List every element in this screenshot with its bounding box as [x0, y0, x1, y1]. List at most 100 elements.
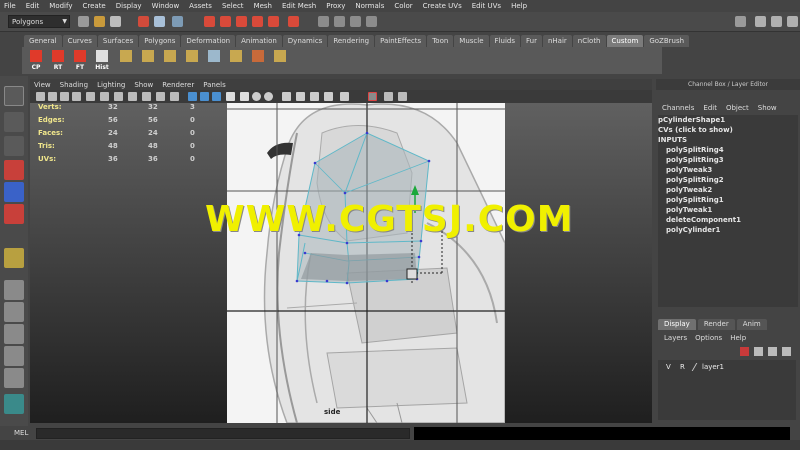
hud-icon[interactable]	[340, 92, 349, 101]
shelf-button-11[interactable]	[248, 49, 268, 71]
menu-select[interactable]: Select	[222, 2, 244, 10]
paint-select-tool-icon[interactable]	[4, 136, 24, 156]
camera-attr-icon[interactable]	[48, 92, 57, 101]
hypershade-icon[interactable]	[4, 394, 24, 414]
menu-window[interactable]: Window	[152, 2, 180, 10]
bookmark-icon[interactable]	[60, 92, 69, 101]
channel-box-item[interactable]: CVs (click to show)	[658, 125, 798, 135]
layout-four-icon[interactable]	[4, 302, 24, 322]
channel-box-item[interactable]: polySplitRing2	[658, 175, 798, 185]
channel-box-icon[interactable]	[787, 16, 798, 27]
channel-box-menu-channels[interactable]: Channels	[662, 104, 694, 112]
layer-visibility-toggle[interactable]: V	[666, 363, 671, 371]
shelf-tab-gozbrush[interactable]: GoZBrush	[644, 35, 690, 47]
menu-create[interactable]: Create	[82, 2, 105, 10]
xray-joints-icon[interactable]	[296, 92, 305, 101]
high-quality-icon[interactable]	[368, 92, 377, 101]
shelf-button-9[interactable]	[204, 49, 224, 71]
layout-icon[interactable]	[735, 16, 746, 27]
viewport-menu-lighting[interactable]: Lighting	[97, 81, 125, 89]
smooth-shade-icon[interactable]	[200, 92, 209, 101]
move-tool-icon[interactable]	[4, 160, 24, 180]
xray-components-icon[interactable]	[310, 92, 319, 101]
shelf-button-hist[interactable]: Hist	[92, 49, 112, 71]
select-object-icon[interactable]	[154, 16, 165, 27]
lights-icon[interactable]	[240, 92, 249, 101]
shelf-tab-curves[interactable]: Curves	[62, 35, 97, 47]
new-scene-icon[interactable]	[78, 16, 89, 27]
channel-box-item[interactable]: polyCylinder1	[658, 225, 798, 235]
shelf-tab-nhair[interactable]: nHair	[542, 35, 572, 47]
select-tool-icon[interactable]	[4, 86, 24, 106]
menu-modify[interactable]: Modify	[49, 2, 72, 10]
layer-menu-help[interactable]: Help	[730, 334, 746, 342]
shelf-button-cp[interactable]: CP	[26, 49, 46, 71]
channel-box-item[interactable]: polySplitRing1	[658, 195, 798, 205]
new-layer-icon[interactable]	[740, 347, 749, 356]
viewport-panel[interactable]: View Shading Lighting Show Renderer Panels Ve…	[30, 79, 652, 423]
scale-tool-icon[interactable]	[4, 204, 24, 224]
layer-row[interactable]: V R layer1	[658, 361, 796, 373]
layout-single-icon[interactable]	[4, 280, 24, 300]
command-language-label[interactable]: MEL	[14, 429, 28, 437]
layer-tab-anim[interactable]: Anim	[736, 319, 767, 330]
isolate-icon[interactable]	[324, 92, 333, 101]
channel-box-list[interactable]: pCylinderShape1 CVs (click to show) INPUTS…	[658, 115, 798, 307]
shelf-button-8[interactable]	[182, 49, 202, 71]
resolution-gate-icon[interactable]	[114, 92, 123, 101]
ipr-render-icon[interactable]	[350, 16, 361, 27]
frame-selection-icon[interactable]	[398, 92, 407, 101]
film-gate-icon[interactable]	[100, 92, 109, 101]
frame-all-icon[interactable]	[384, 92, 393, 101]
command-input[interactable]	[36, 428, 410, 439]
menu-mesh[interactable]: Mesh	[254, 2, 272, 10]
attribute-editor-icon[interactable]	[755, 16, 766, 27]
viewport-menu-renderer[interactable]: Renderer	[162, 81, 194, 89]
shelf-tab-fluids[interactable]: Fluids	[489, 35, 520, 47]
textured-icon[interactable]	[226, 92, 235, 101]
shelf-button-12[interactable]	[270, 49, 290, 71]
shelf-tab-surfaces[interactable]: Surfaces	[97, 35, 139, 47]
layer-option-icon[interactable]	[768, 347, 777, 356]
make-live-icon[interactable]	[268, 16, 279, 27]
shelf-tab-dynamics[interactable]: Dynamics	[282, 35, 328, 47]
shelf-tab-fur[interactable]: Fur	[520, 35, 542, 47]
rotate-tool-icon[interactable]	[4, 182, 24, 202]
snap-point-icon[interactable]	[236, 16, 247, 27]
layout-graph-icon[interactable]	[4, 368, 24, 388]
save-scene-icon[interactable]	[110, 16, 121, 27]
layer-render-toggle[interactable]: R	[680, 363, 685, 371]
shelf-tab-custom[interactable]: Custom	[606, 35, 644, 47]
last-tool-icon[interactable]	[4, 248, 24, 268]
shelf-button-6[interactable]	[138, 49, 158, 71]
field-chart-icon[interactable]	[142, 92, 151, 101]
channel-box-item[interactable]: polyTweak2	[658, 185, 798, 195]
channel-box-item[interactable]: polyTweak3	[658, 165, 798, 175]
snap-view-plane-icon[interactable]	[252, 16, 263, 27]
menu-normals[interactable]: Normals	[355, 2, 384, 10]
lasso-tool-icon[interactable]	[4, 112, 24, 132]
mode-select[interactable]: Polygons ▼	[8, 15, 70, 28]
shelf-button-10[interactable]	[226, 49, 246, 71]
snap-grid-icon[interactable]	[204, 16, 215, 27]
menu-create-uvs[interactable]: Create UVs	[423, 2, 462, 10]
channel-box-item[interactable]: pCylinderShape1	[658, 115, 798, 125]
render-frame-icon[interactable]	[334, 16, 345, 27]
wireframe-icon[interactable]	[188, 92, 197, 101]
shelf-tab-deformation[interactable]: Deformation	[181, 35, 236, 47]
shelf-tab-animation[interactable]: Animation	[236, 35, 282, 47]
layout-persp-outliner-icon[interactable]	[4, 346, 24, 366]
menu-help[interactable]: Help	[511, 2, 527, 10]
shelf-tab-polygons[interactable]: Polygons	[139, 35, 181, 47]
menu-file[interactable]: File	[4, 2, 16, 10]
history-icon[interactable]	[288, 16, 299, 27]
shelf-tab-painteffects[interactable]: PaintEffects	[375, 35, 427, 47]
ao-icon[interactable]	[264, 92, 273, 101]
snap-curve-icon[interactable]	[220, 16, 231, 27]
channel-box-menu-object[interactable]: Object	[726, 104, 749, 112]
grid-icon[interactable]	[86, 92, 95, 101]
layer-list[interactable]: V R layer1	[658, 360, 796, 420]
render-view-icon[interactable]	[318, 16, 329, 27]
channel-box-menu-show[interactable]: Show	[758, 104, 777, 112]
flat-shade-icon[interactable]	[212, 92, 221, 101]
